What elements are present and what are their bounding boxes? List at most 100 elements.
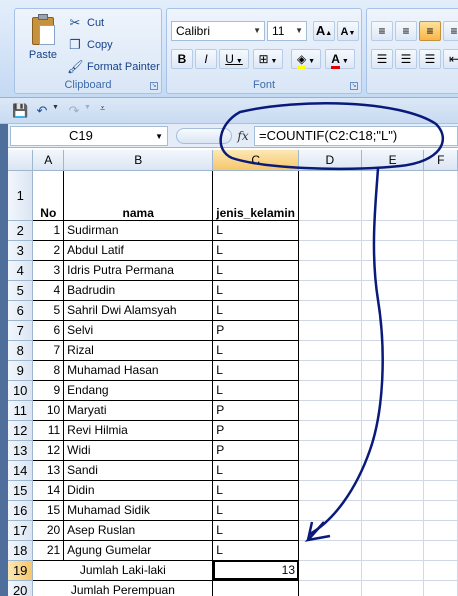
- font-launcher-icon[interactable]: ↘: [350, 82, 358, 90]
- row-header[interactable]: 18: [8, 540, 34, 561]
- row-header[interactable]: 12: [8, 420, 34, 441]
- cell[interactable]: [298, 480, 362, 501]
- cell-nama[interactable]: Muhamad Sidik: [63, 499, 214, 521]
- cell[interactable]: [298, 580, 362, 596]
- cell[interactable]: [423, 580, 458, 596]
- cell[interactable]: [423, 480, 458, 501]
- cell[interactable]: [423, 360, 458, 381]
- cell-jenis-kelamin[interactable]: L: [212, 279, 300, 301]
- cell-jenis-kelamin[interactable]: L: [212, 519, 300, 541]
- font-color-button[interactable]: A ▼: [325, 49, 355, 69]
- fill-color-button[interactable]: ◈ ▼: [291, 49, 321, 69]
- cell[interactable]: [423, 520, 458, 541]
- row-header[interactable]: 4: [8, 260, 34, 281]
- cell-summary-label[interactable]: Jumlah Perempuan: [32, 579, 214, 596]
- cell-no[interactable]: 21: [32, 539, 65, 561]
- cell-summary-label[interactable]: Jumlah Laki-laki: [32, 559, 214, 581]
- cell[interactable]: [423, 560, 458, 581]
- row-header[interactable]: 8: [8, 340, 34, 361]
- borders-button[interactable]: ⊞ ▼: [253, 49, 283, 69]
- cell-nama[interactable]: Didin: [63, 479, 214, 501]
- cell[interactable]: [361, 560, 425, 581]
- cell[interactable]: [423, 260, 458, 281]
- cell[interactable]: [298, 260, 362, 281]
- row-header[interactable]: 20: [8, 580, 34, 596]
- row-header[interactable]: 9: [8, 360, 34, 381]
- cell-no[interactable]: 5: [32, 299, 65, 321]
- row-header[interactable]: 11: [8, 400, 34, 421]
- paste-button[interactable]: Paste: [21, 13, 65, 71]
- copy-button[interactable]: ❐ Copy: [67, 35, 113, 55]
- cell-nama[interactable]: Maryati: [63, 399, 214, 421]
- cell[interactable]: [423, 540, 458, 561]
- cell-nama[interactable]: Endang: [63, 379, 214, 401]
- cell-nama[interactable]: Revi Hilmia: [63, 419, 214, 441]
- redo-icon[interactable]: ↷: [66, 103, 82, 119]
- name-box[interactable]: C19 ▼: [10, 126, 168, 146]
- cell-jenis-kelamin[interactable]: L: [212, 339, 300, 361]
- select-all-corner[interactable]: [8, 150, 34, 171]
- cell[interactable]: [423, 240, 458, 261]
- cell[interactable]: [298, 280, 362, 301]
- align-bottom-button[interactable]: ≡: [419, 21, 441, 41]
- cell-jenis-kelamin[interactable]: P: [212, 439, 300, 461]
- row-header[interactable]: 10: [8, 380, 34, 401]
- cell-nama[interactable]: Sudirman: [63, 219, 214, 241]
- decrease-indent-button[interactable]: ⇤: [443, 49, 458, 69]
- cell[interactable]: [361, 360, 425, 381]
- row-header[interactable]: 19: [8, 560, 34, 581]
- cell-summary-value[interactable]: [212, 579, 300, 596]
- cell-jenis-kelamin[interactable]: L: [212, 459, 300, 481]
- cell[interactable]: [298, 500, 362, 521]
- cell-summary-value[interactable]: 13: [212, 559, 300, 581]
- cell-no[interactable]: 11: [32, 419, 65, 441]
- cell[interactable]: [423, 280, 458, 301]
- cell[interactable]: [298, 520, 362, 541]
- cell[interactable]: [423, 220, 458, 241]
- cell[interactable]: [361, 440, 425, 461]
- cell-nama[interactable]: Idris Putra Permana: [63, 259, 214, 281]
- cell[interactable]: [298, 300, 362, 321]
- row-header[interactable]: 7: [8, 320, 34, 341]
- cell[interactable]: [423, 300, 458, 321]
- cell-jenis-kelamin[interactable]: L: [212, 259, 300, 281]
- shrink-font-button[interactable]: A▼: [337, 21, 359, 41]
- cell-nama[interactable]: Sandi: [63, 459, 214, 481]
- cell-nama[interactable]: Rizal: [63, 339, 214, 361]
- cell[interactable]: [361, 540, 425, 561]
- align-right-button[interactable]: ☰: [419, 49, 441, 69]
- underline-button[interactable]: U ▼: [219, 49, 249, 69]
- cell[interactable]: [298, 360, 362, 381]
- cell-jenis-kelamin[interactable]: L: [212, 219, 300, 241]
- cell[interactable]: [423, 460, 458, 481]
- cell-no[interactable]: 1: [32, 219, 65, 241]
- cell[interactable]: [298, 460, 362, 481]
- cell-no[interactable]: 15: [32, 499, 65, 521]
- cell-no[interactable]: 6: [32, 319, 65, 341]
- cell[interactable]: [361, 400, 425, 421]
- column-header-d[interactable]: D: [298, 150, 362, 171]
- cell-jenis-kelamin[interactable]: P: [212, 399, 300, 421]
- cell[interactable]: [423, 400, 458, 421]
- cell-nama[interactable]: Sahril Dwi Alamsyah: [63, 299, 214, 321]
- cell-jenis-kelamin[interactable]: L: [212, 299, 300, 321]
- cell[interactable]: [361, 480, 425, 501]
- cell-header-no[interactable]: No: [32, 169, 65, 221]
- cell[interactable]: [361, 300, 425, 321]
- cell-no[interactable]: 9: [32, 379, 65, 401]
- cell[interactable]: [298, 420, 362, 441]
- chevron-down-icon[interactable]: ▼: [52, 104, 59, 111]
- cell[interactable]: [361, 340, 425, 361]
- row-header[interactable]: 5: [8, 280, 34, 301]
- cell[interactable]: [361, 320, 425, 341]
- cell-jenis-kelamin[interactable]: P: [212, 419, 300, 441]
- column-header-a[interactable]: A: [32, 150, 65, 171]
- cell[interactable]: [361, 260, 425, 281]
- cell[interactable]: [423, 340, 458, 361]
- row-header[interactable]: 1: [8, 170, 34, 221]
- align-top-button[interactable]: ≡: [371, 21, 393, 41]
- italic-button[interactable]: I: [195, 49, 217, 69]
- cell-nama[interactable]: Selvi: [63, 319, 214, 341]
- format-painter-button[interactable]: 🖌 Format Painter: [67, 57, 160, 77]
- row-header[interactable]: 6: [8, 300, 34, 321]
